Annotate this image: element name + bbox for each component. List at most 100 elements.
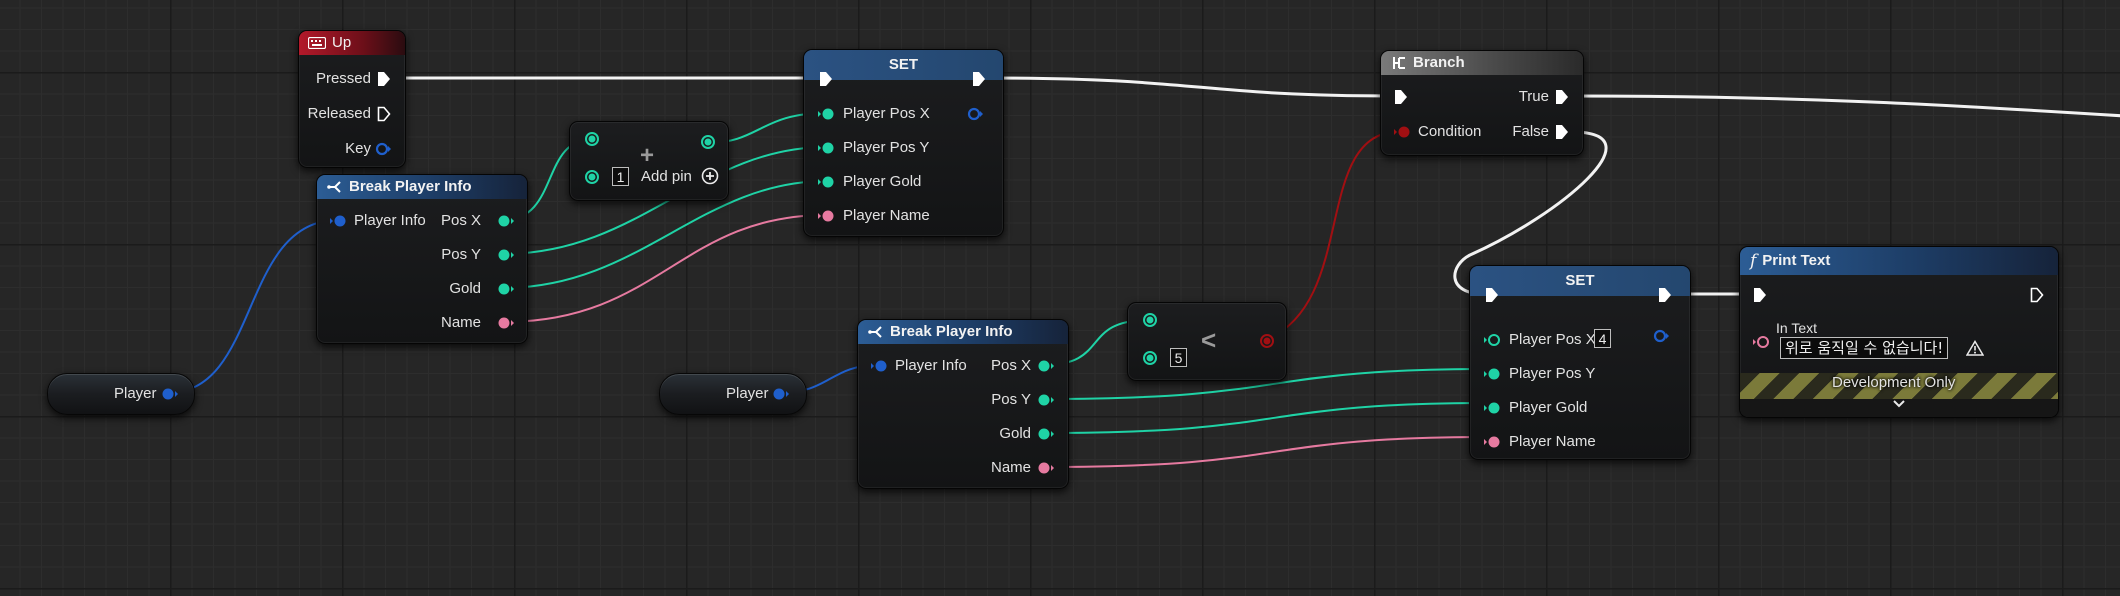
chevron-down-icon[interactable] [1892, 399, 1906, 409]
struct-in-pin-player-info[interactable] [329, 214, 347, 228]
int-in-pin-player-gold[interactable] [1483, 401, 1501, 415]
bool-out-pin-result[interactable] [1259, 333, 1275, 349]
int-value-input-b[interactable]: 5 [1170, 348, 1187, 367]
print-text-node[interactable]: f Print Text In Text 위로 움직일 수 없습니다! Devel… [1739, 246, 2059, 418]
set-variables-node[interactable]: SET Player Pos X 4 Player Pos Y Player G… [1469, 265, 1691, 460]
exec-in-pin[interactable] [1753, 287, 1767, 303]
pin-label-player-pos-x: Player Pos X [1509, 331, 1596, 348]
exec-in-pin[interactable] [1485, 287, 1499, 303]
struct-out-pin-player-info[interactable] [1653, 329, 1671, 343]
exec-out-pin-released[interactable] [377, 106, 391, 122]
exec-out-pin-false[interactable] [1555, 124, 1569, 140]
pin-label-name: Name [440, 314, 481, 331]
struct-out-pin-player-info[interactable] [967, 107, 985, 121]
pin-label-player-name: Player Name [843, 207, 930, 224]
break-player-info-node[interactable]: Break Player Info Player Info Pos X Pos … [316, 174, 528, 344]
node-header[interactable]: Up [299, 31, 405, 55]
string-out-pin-name[interactable] [497, 316, 515, 330]
int-in-pin-player-pos-y[interactable] [817, 141, 835, 155]
struct-in-pin-player-info[interactable] [870, 359, 888, 373]
pin-label-gold: Gold [999, 425, 1031, 442]
node-header[interactable]: Branch [1381, 51, 1583, 75]
int-in-pin-a[interactable] [584, 131, 600, 147]
struct-out-pin-player[interactable] [161, 387, 179, 401]
development-only-label: Development Only [1832, 374, 1956, 391]
exec-in-pin[interactable] [1394, 89, 1408, 105]
break-struct-icon [327, 181, 341, 193]
add-pin-label: Add pin [641, 168, 692, 185]
int-in-pin-b[interactable] [584, 169, 600, 185]
pin-label-player-gold: Player Gold [1509, 399, 1588, 416]
int-out-pin-pos-y[interactable] [1037, 393, 1055, 407]
node-title: Break Player Info [890, 323, 1013, 340]
exec-wire-set-to-branch [988, 76, 1394, 98]
pin-label-pos-y: Pos Y [991, 391, 1031, 408]
int-in-pin-b[interactable] [1142, 350, 1158, 366]
int-out-pin-result[interactable] [700, 134, 716, 150]
int-in-pin-player-pos-x[interactable] [1483, 333, 1501, 347]
pin-label-condition: Condition [1418, 123, 1482, 140]
int-in-pin-player-pos-y[interactable] [1483, 367, 1501, 381]
node-header[interactable]: f Print Text [1740, 247, 2058, 275]
pin-label-key: Key [345, 140, 371, 157]
break-player-info-node[interactable]: Break Player Info Player Info Pos X Pos … [857, 319, 1069, 489]
pin-label-gold: Gold [449, 280, 481, 297]
struct-wire-player1 [167, 219, 339, 394]
string-in-pin-player-name[interactable] [817, 209, 835, 223]
int-value-input-player-pos-x[interactable]: 4 [1594, 329, 1611, 348]
add-pin-icon[interactable] [701, 167, 719, 185]
node-header[interactable]: SET [1470, 266, 1690, 296]
struct-out-pin-player[interactable] [772, 387, 790, 401]
int-out-pin-gold[interactable] [1037, 427, 1055, 441]
int-in-pin-player-gold[interactable] [817, 175, 835, 189]
add-operator-glyph: + [640, 142, 655, 169]
string-out-pin-name[interactable] [1037, 461, 1055, 475]
exec-out-pin-true[interactable] [1555, 89, 1569, 105]
int-out-pin-gold[interactable] [497, 282, 515, 296]
int-in-pin-player-pos-x[interactable] [817, 107, 835, 121]
int-out-pin-pos-x[interactable] [497, 214, 515, 228]
pin-label-pos-x: Pos X [440, 212, 481, 229]
node-header[interactable]: Break Player Info [317, 175, 527, 199]
exec-out-pin[interactable] [1658, 287, 1672, 303]
add-integer-node[interactable]: + 1 Add pin [569, 121, 729, 201]
node-title: SET [888, 56, 919, 73]
pin-label-released: Released [307, 105, 371, 122]
exec-out-pin[interactable] [972, 71, 986, 87]
player-variable-node[interactable]: Player [659, 373, 807, 415]
int-in-pin-a[interactable] [1142, 312, 1158, 328]
pin-label-pos-x: Pos X [990, 357, 1031, 374]
less-than-node[interactable]: < 5 [1127, 302, 1287, 381]
branch-node[interactable]: Branch True Condition False [1380, 50, 1584, 156]
less-than-operator: < [1201, 325, 1217, 355]
int-out-pin-pos-y[interactable] [497, 248, 515, 262]
node-title: Branch [1413, 54, 1465, 71]
pin-label-in-text: In Text [1776, 320, 1817, 336]
struct-out-pin-key[interactable] [375, 142, 393, 156]
player-variable-node[interactable]: Player [47, 373, 195, 415]
node-header[interactable]: Break Player Info [858, 320, 1068, 344]
in-text-input[interactable]: 위로 움직일 수 없습니다! [1780, 337, 1949, 359]
int-value-input-b[interactable]: 1 [612, 167, 629, 186]
variable-label: Player [726, 385, 769, 402]
exec-wire-true-out [1570, 94, 2120, 118]
pin-label-false: False [1512, 123, 1549, 140]
up-key-event-node[interactable]: Up Pressed Released Key [298, 30, 406, 168]
node-title: Print Text [1762, 252, 1831, 269]
string-in-pin-player-name[interactable] [1483, 435, 1501, 449]
str-wire-name2-set2name [1043, 436, 1493, 468]
pin-label-pos-y: Pos Y [441, 246, 481, 263]
set-variables-node[interactable]: SET Player Pos X Player Pos Y Player Gol… [803, 49, 1004, 237]
string-in-pin-in-text[interactable] [1752, 335, 1770, 349]
bool-in-pin-condition[interactable] [1393, 125, 1411, 139]
exec-out-pin[interactable] [2030, 287, 2044, 303]
exec-in-pin[interactable] [819, 71, 833, 87]
pin-label-player-name: Player Name [1509, 433, 1596, 450]
pin-label-player-pos-y: Player Pos Y [1509, 365, 1596, 382]
variable-label: Player [114, 385, 157, 402]
node-title: Break Player Info [349, 178, 472, 195]
pin-label-player-pos-x: Player Pos X [843, 105, 930, 122]
int-out-pin-pos-x[interactable] [1037, 359, 1055, 373]
pin-label-player-pos-y: Player Pos Y [843, 139, 930, 156]
exec-out-pin-pressed[interactable] [377, 71, 391, 87]
